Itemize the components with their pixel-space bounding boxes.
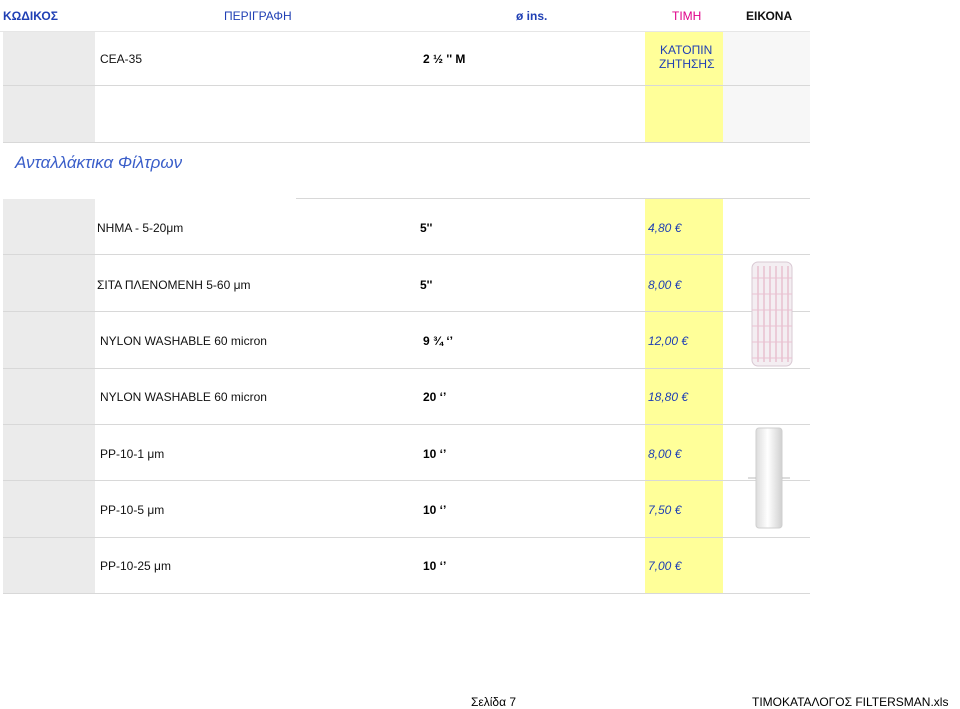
row-divider bbox=[3, 311, 810, 312]
row-7-diameter: 10 ‘’ bbox=[423, 559, 447, 573]
row-1-description: ΝΗΜΑ - 5-20μm bbox=[97, 221, 184, 235]
row-1-price: 4,80 € bbox=[648, 221, 682, 235]
row-3-description: NYLON WASHABLE 60 micron bbox=[100, 334, 267, 348]
row-divider bbox=[3, 142, 810, 143]
row-divider bbox=[3, 85, 810, 86]
row-divider bbox=[3, 480, 810, 481]
row-4-description: NYLON WASHABLE 60 micron bbox=[100, 390, 267, 404]
row-2-diameter: 5'' bbox=[420, 278, 433, 292]
row-divider bbox=[3, 254, 810, 255]
page-number: Σελίδα 7 bbox=[471, 695, 517, 709]
row-5-price: 8,00 € bbox=[648, 447, 682, 461]
row-4-price: 18,80 € bbox=[648, 390, 689, 404]
pleated-cartridge-image bbox=[751, 261, 793, 367]
row-3-price: 12,00 € bbox=[648, 334, 689, 348]
row-3-diameter: 9 ¾ ‘’ bbox=[423, 334, 454, 348]
row-6-description: PP-10-5 μm bbox=[100, 503, 165, 517]
top-row-price-line1: ΚΑΤΟΠΙΝ bbox=[660, 43, 713, 57]
header-diameter: ø ins. bbox=[516, 9, 548, 23]
header-code: ΚΩΔΙΚΟΣ bbox=[3, 9, 58, 23]
row-divider bbox=[3, 537, 810, 538]
row-7-price: 7,00 € bbox=[648, 559, 682, 573]
header-price: ΤΙΜΗ bbox=[672, 9, 702, 23]
top-row-price-line2: ΖΗΤΗΣΗΣ bbox=[659, 57, 715, 71]
code-column bbox=[3, 199, 95, 594]
row-divider bbox=[3, 368, 810, 369]
row-6-diameter: 10 ‘’ bbox=[423, 503, 447, 517]
row-2-description: ΣΙΤΑ ΠΛΕΝΟΜΕΝΗ 5-60 μm bbox=[97, 278, 251, 292]
file-name: ΤΙΜΟΚΑΤΑΛΟΓΟΣ FILTERSMAN.xls bbox=[752, 695, 949, 709]
row-1-diameter: 5'' bbox=[420, 221, 433, 235]
code-column-top bbox=[3, 31, 95, 142]
row-2-price: 8,00 € bbox=[648, 278, 682, 292]
image-column bbox=[723, 199, 810, 594]
section-divider bbox=[296, 198, 810, 199]
top-row-description: CEA-35 bbox=[100, 52, 143, 66]
header-description: ΠΕΡΙΓΡΑΦΗ bbox=[224, 9, 292, 23]
table-header: ΚΩΔΙΚΟΣ ΠΕΡΙΓΡΑΦΗ ø ins. ΤΙΜΗ ΕΙΚΟΝΑ bbox=[0, 0, 810, 32]
row-5-diameter: 10 ‘’ bbox=[423, 447, 447, 461]
row-divider bbox=[3, 424, 810, 425]
row-7-description: PP-10-25 μm bbox=[100, 559, 171, 573]
top-row-diameter: 2 ½ '' M bbox=[423, 52, 466, 66]
row-4-diameter: 20 ‘’ bbox=[423, 390, 447, 404]
sediment-cartridge-image bbox=[748, 427, 790, 529]
header-image: ΕΙΚΟΝΑ bbox=[746, 9, 793, 23]
row-6-price: 7,50 € bbox=[648, 503, 682, 517]
section-title: Ανταλλάκτικα Φίλτρων bbox=[15, 153, 183, 172]
image-column-top bbox=[723, 31, 810, 142]
row-5-description: PP-10-1 μm bbox=[100, 447, 165, 461]
row-divider bbox=[3, 593, 810, 594]
